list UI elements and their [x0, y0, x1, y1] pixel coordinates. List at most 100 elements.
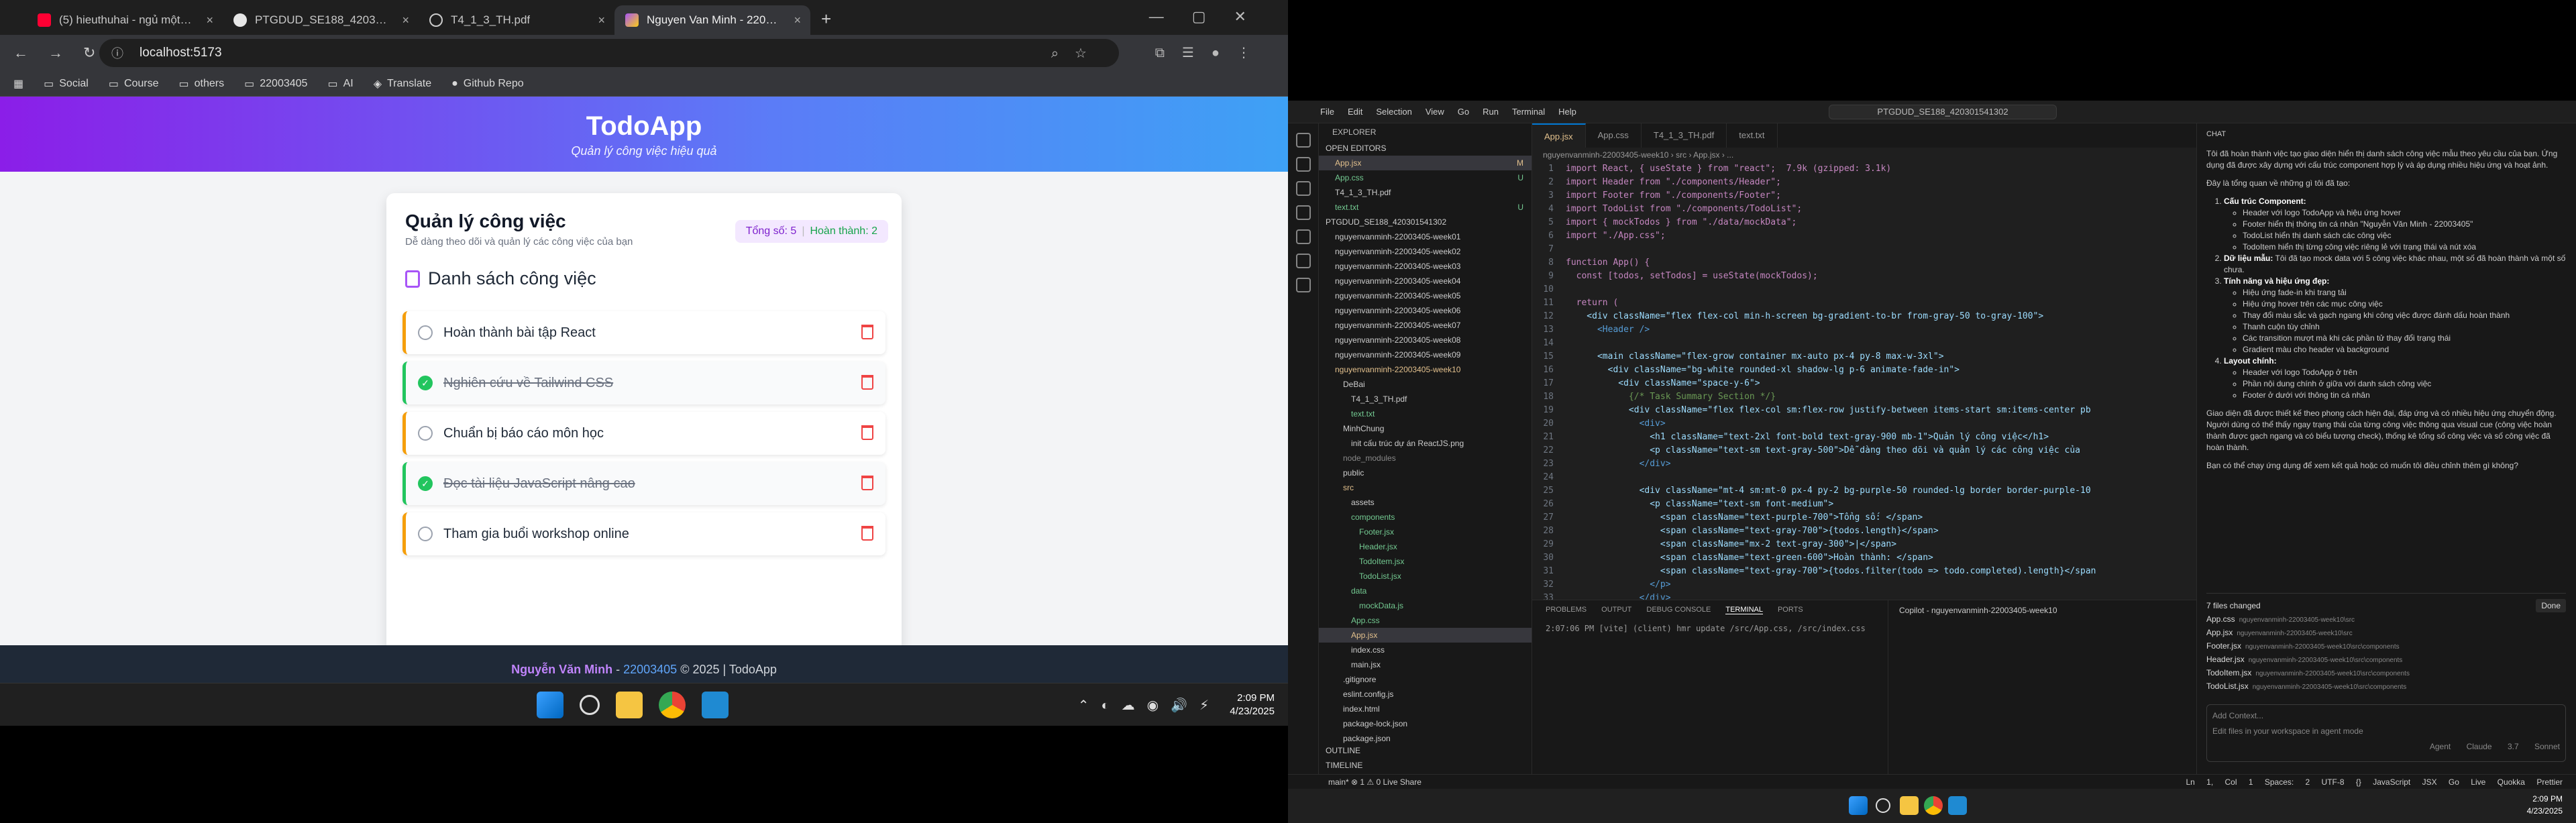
reload-icon[interactable]: ↻ — [83, 44, 95, 62]
code-line[interactable]: 29 <span className="mx-2 text-gray-300">… — [1532, 538, 2196, 551]
tree-item[interactable]: init cấu trúc dự án ReactJS.png — [1319, 436, 1532, 451]
site-info-icon[interactable]: ⓘ — [111, 44, 123, 62]
bookmark-translate[interactable]: ◈ Translate — [374, 77, 431, 91]
tree-item[interactable]: assets — [1319, 495, 1532, 510]
tree-item[interactable]: public — [1319, 465, 1532, 480]
tree-item[interactable]: App.jsx — [1319, 628, 1532, 643]
menu-file[interactable]: File — [1320, 107, 1334, 117]
code-line[interactable]: 31 <span className="text-gray-700">{todo… — [1532, 565, 2196, 578]
browser-tab-1[interactable]: (5) hieuthuhai - ngủ một mì × — [27, 5, 223, 35]
tab-debug-console[interactable]: DEBUG CONSOLE — [1646, 606, 1711, 614]
check-icon[interactable]: ✓ — [418, 376, 433, 390]
chrome-icon[interactable] — [659, 692, 686, 718]
code-line[interactable]: 19 <div className="flex flex-col sm:flex… — [1532, 404, 2196, 417]
code-line[interactable]: 4 import TodoList from "./components/Todo… — [1532, 203, 2196, 216]
tree-item[interactable]: src — [1319, 480, 1532, 495]
todo-item[interactable]: ✓ Đọc tài liệu JavaScript nâng cao — [402, 462, 885, 505]
windows-start-icon[interactable] — [1849, 796, 1868, 815]
tree-item[interactable]: TodoItem.jsx — [1319, 554, 1532, 569]
todo-item[interactable]: ✓ Nghiên cứu về Tailwind CSS — [402, 362, 885, 404]
add-context-button[interactable]: Add Context... — [2212, 710, 2560, 722]
folder-week[interactable]: nguyenvanminh-22003405-week08 — [1319, 333, 1532, 347]
changed-file[interactable]: TodoList.jsx nguyenvanminh-22003405-week1… — [2206, 679, 2566, 693]
checkbox[interactable] — [418, 325, 433, 340]
code-line[interactable]: 26 <p className="text-sm font-medium"> — [1532, 498, 2196, 511]
code-editor[interactable]: 1 import React, { useState } from "react"… — [1532, 162, 2196, 618]
folder-week[interactable]: nguyenvanminh-22003405-week05 — [1319, 288, 1532, 303]
folder-week[interactable]: nguyenvanminh-22003405-week07 — [1319, 318, 1532, 333]
copilot-terminal-title[interactable]: Copilot - nguyenvanminh-22003405-week10 — [1899, 606, 2057, 615]
tree-item[interactable]: data — [1319, 584, 1532, 598]
tree-item[interactable]: node_modules — [1319, 451, 1532, 465]
close-tab-icon[interactable]: × — [598, 13, 605, 28]
code-line[interactable]: 11 return ( — [1532, 296, 2196, 310]
tree-item[interactable]: package-lock.json — [1319, 716, 1532, 731]
done-button[interactable]: Done — [2536, 599, 2566, 612]
code-line[interactable]: 2 import Header from "./components/Header… — [1532, 176, 2196, 189]
folder-week[interactable]: nguyenvanminh-22003405-week06 — [1319, 303, 1532, 318]
chat-input[interactable]: Add Context... Edit files in your worksp… — [2206, 704, 2566, 762]
code-line[interactable]: 5 import { mockTodos } from "./data/mockD… — [1532, 216, 2196, 229]
chrome-icon[interactable] — [1924, 796, 1943, 815]
open-editor-item[interactable]: App.jsx M — [1319, 156, 1532, 170]
checkbox[interactable] — [418, 527, 433, 541]
trash-icon[interactable] — [861, 526, 873, 541]
code-line[interactable]: 9 const [todos, setTodos] = useState(moc… — [1532, 270, 2196, 283]
command-center[interactable]: PTGDUD_SE188_420301541302 — [1829, 105, 2057, 119]
close-tab-icon[interactable]: × — [402, 13, 409, 28]
code-line[interactable]: 15 <main className="flex-grow container … — [1532, 350, 2196, 364]
code-line[interactable]: 14 — [1532, 337, 2196, 350]
breadcrumb[interactable]: nguyenvanminh-22003405-week10 › src › Ap… — [1532, 148, 2196, 162]
code-line[interactable]: 7 — [1532, 243, 2196, 256]
tree-item[interactable]: text.txt — [1319, 406, 1532, 421]
todo-item[interactable]: Chuẩn bị báo cáo môn học — [402, 412, 885, 455]
menu-help[interactable]: Help — [1558, 107, 1576, 117]
code-line[interactable]: 27 <span className="text-purple-700">Tổn… — [1532, 511, 2196, 525]
explorer-icon[interactable] — [1296, 133, 1311, 148]
tree-item[interactable]: index.html — [1319, 702, 1532, 716]
open-editor-item[interactable]: T4_1_3_TH.pdf — [1319, 185, 1532, 200]
tree-item[interactable]: MinhChung — [1319, 421, 1532, 436]
outline-header[interactable]: OUTLINE — [1319, 743, 1532, 758]
extensions-icon[interactable] — [1296, 229, 1311, 244]
code-line[interactable]: 28 <span className="text-gray-700">{todo… — [1532, 525, 2196, 538]
agent-mode-select[interactable]: Agent — [2430, 742, 2451, 751]
run-debug-icon[interactable] — [1296, 205, 1311, 220]
changed-file[interactable]: TodoItem.jsx nguyenvanminh-22003405-week1… — [2206, 666, 2566, 679]
menu-edit[interactable]: Edit — [1348, 107, 1362, 117]
clock[interactable]: 2:09 PM 4/23/2025 — [1230, 692, 1275, 718]
file-explorer-icon[interactable] — [1900, 796, 1919, 815]
tab-output[interactable]: OUTPUT — [1601, 606, 1631, 614]
code-line[interactable]: 3 import Footer from "./components/Footer… — [1532, 189, 2196, 203]
back-icon[interactable]: ← — [13, 44, 28, 62]
testing-icon[interactable] — [1296, 278, 1311, 292]
menu-run[interactable]: Run — [1483, 107, 1499, 117]
remote-icon[interactable] — [1296, 254, 1311, 268]
menu-selection[interactable]: Selection — [1376, 107, 1411, 117]
changed-file[interactable]: App.css nguyenvanminh-22003405-week10\src — [2206, 612, 2566, 626]
trash-icon[interactable] — [861, 375, 873, 390]
tree-item[interactable]: T4_1_3_TH.pdf — [1319, 392, 1532, 406]
tree-item[interactable]: eslint.config.js — [1319, 687, 1532, 702]
bookmark-github[interactable]: ● Github Repo — [451, 78, 524, 90]
tree-item[interactable]: mockData.js — [1319, 598, 1532, 613]
open-editors-header[interactable]: OPEN EDITORS — [1319, 141, 1532, 156]
browser-tab-4[interactable]: Nguyen Van Minh - 22003405× — [614, 5, 810, 35]
folder-week[interactable]: nguyenvanminh-22003405-week04 — [1319, 274, 1532, 288]
tab-problems[interactable]: PROBLEMS — [1546, 606, 1587, 614]
menu-go[interactable]: Go — [1458, 107, 1469, 117]
code-line[interactable]: 32 </p> — [1532, 578, 2196, 592]
project-root[interactable]: PTGDUD_SE188_420301541302 — [1319, 215, 1532, 229]
app-logo[interactable]: TodoApp — [0, 111, 1288, 142]
code-line[interactable]: 12 <div className="flex flex-col min-h-s… — [1532, 310, 2196, 323]
folder-week[interactable]: nguyenvanminh-22003405-week02 — [1319, 244, 1532, 259]
open-editor-item[interactable]: text.txt U — [1319, 200, 1532, 215]
source-control-icon[interactable] — [1296, 181, 1311, 196]
folder-week[interactable]: nguyenvanminh-22003405-week09 — [1319, 347, 1532, 362]
apps-icon[interactable]: ▦ — [13, 77, 23, 91]
browser-tab-2[interactable]: PTGDUD_SE188_42030154130× — [223, 5, 419, 35]
tree-item[interactable]: .gitignore — [1319, 672, 1532, 687]
menu-view[interactable]: View — [1426, 107, 1444, 117]
code-line[interactable]: 13 <Header /> — [1532, 323, 2196, 337]
tree-item[interactable]: components — [1319, 510, 1532, 525]
